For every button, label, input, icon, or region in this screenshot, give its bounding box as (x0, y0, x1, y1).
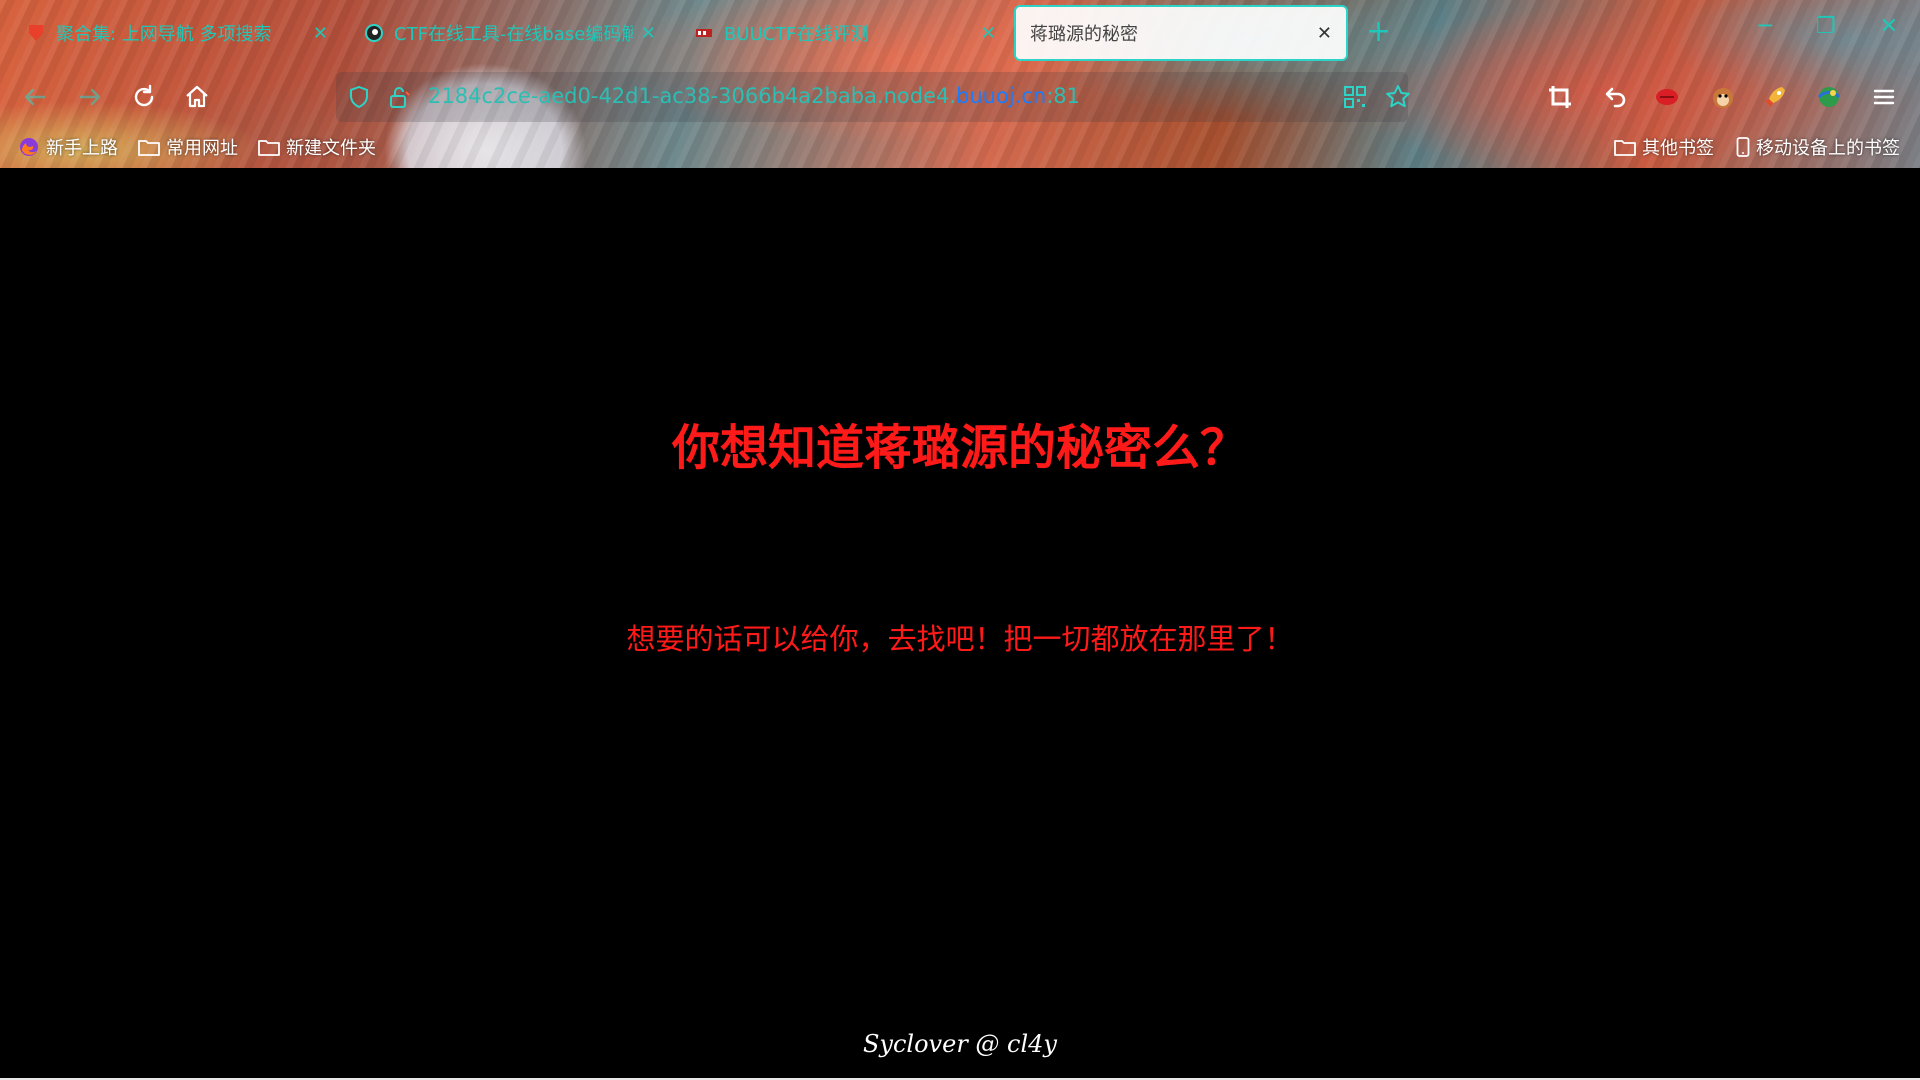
page-footer: Syclover @ cl4y (862, 1030, 1057, 1058)
tab-title: 聚合集: 上网导航 多项搜索 (56, 24, 272, 45)
navigation-bar: 2184c2ce-aed0-42d1-ac38-3066b4a2baba.nod… (0, 70, 1920, 124)
folder-icon (1614, 140, 1636, 156)
bookmark-newbie[interactable]: 新手上路 (18, 134, 118, 160)
rocket-icon[interactable] (1760, 82, 1790, 112)
bookmark-label: 其他书签 (1642, 138, 1714, 159)
tab-buuctf[interactable]: BUUCTF在线评测 ✕ (680, 6, 1010, 60)
buuctf-icon (696, 29, 712, 37)
tab-active-secret[interactable]: 蒋璐源的秘密 ✕ (1014, 5, 1348, 61)
page-heading: 你想知道蒋璐源的秘密么？ (671, 420, 1248, 476)
bookmark-other[interactable]: 其他书签 (1614, 134, 1714, 160)
bookmark-new-folder[interactable]: 新建文件夹 (258, 134, 376, 160)
shield-icon[interactable] (346, 84, 372, 110)
home-icon[interactable] (182, 82, 212, 112)
url-text: 2184c2ce-aed0-42d1-ac38-3066b4a2baba.nod… (428, 84, 1080, 108)
star-bookmark-icon[interactable] (1384, 83, 1412, 111)
qr-code-icon[interactable] (1342, 84, 1368, 110)
tab-title: CTF在线工具-在线base编码解 (394, 24, 633, 45)
tab-title: BUUCTF在线评测 (724, 24, 869, 45)
bookmark-mobile[interactable]: 移动设备上的书签 (1736, 134, 1900, 160)
new-tab-button[interactable]: + (1366, 14, 1391, 50)
maximize-button[interactable]: ❐ (1816, 14, 1836, 39)
url-port: :81 (1046, 84, 1081, 108)
bookmark-label: 常用网址 (166, 138, 238, 159)
url-bar[interactable]: 2184c2ce-aed0-42d1-ac38-3066b4a2baba.nod… (336, 72, 1410, 122)
eye-icon (365, 24, 383, 42)
tab-close-button[interactable]: ✕ (1317, 23, 1332, 44)
extension-monkey-icon[interactable] (1708, 82, 1738, 112)
url-host: buuoj.cn (956, 84, 1047, 108)
undo-arrow-icon[interactable] (1600, 82, 1630, 112)
extension-red-icon[interactable] (1652, 82, 1682, 112)
folder-icon (138, 140, 160, 156)
mobile-icon (1736, 137, 1750, 157)
tab-title: 蒋璐源的秘密 (1030, 24, 1138, 45)
reload-icon[interactable] (129, 82, 159, 112)
back-arrow-icon[interactable] (20, 82, 50, 112)
hamburger-menu-icon[interactable] (1869, 82, 1899, 112)
globe-extension-icon[interactable] (1814, 82, 1844, 112)
unlocked-padlock-icon[interactable] (386, 84, 412, 110)
bookmark-label: 移动设备上的书签 (1756, 138, 1900, 159)
page-subtext: 想要的话可以给你，去找吧！把一切都放在那里了！ (626, 622, 1294, 656)
tab-close-button[interactable]: ✕ (981, 23, 996, 44)
bookmark-label: 新手上路 (46, 138, 118, 159)
tab-juheji[interactable]: 聚合集: 上网导航 多项搜索 ✕ (12, 6, 342, 60)
red-poly-icon (29, 25, 43, 41)
folder-icon (258, 140, 280, 156)
bookmark-common-sites[interactable]: 常用网址 (138, 134, 238, 160)
page-content: 你想知道蒋璐源的秘密么？ 想要的话可以给你，去找吧！把一切都放在那里了！ Syc… (0, 168, 1920, 1080)
url-prefix: 2184c2ce-aed0-42d1-ac38-3066b4a2baba.nod… (428, 84, 957, 108)
minimize-button[interactable]: ─ (1759, 14, 1772, 39)
tab-close-button[interactable]: ✕ (313, 23, 328, 44)
firefox-icon (20, 138, 38, 156)
bookmark-label: 新建文件夹 (286, 138, 376, 159)
close-window-button[interactable]: ✕ (1880, 14, 1898, 39)
tab-strip: 聚合集: 上网导航 多项搜索 ✕ CTF在线工具-在线base编码解 ✕ BUU… (0, 0, 1920, 64)
crop-screenshot-icon[interactable] (1545, 82, 1575, 112)
tab-ctf-tools[interactable]: CTF在线工具-在线base编码解 ✕ (350, 6, 670, 60)
tab-close-button[interactable]: ✕ (641, 23, 656, 44)
window-controls: ─ ❐ ✕ (1759, 14, 1920, 39)
forward-arrow-icon[interactable] (75, 82, 105, 112)
bookmarks-bar: 新手上路 常用网址 新建文件夹 其他书签 移动设备上的书签 (0, 130, 1920, 164)
